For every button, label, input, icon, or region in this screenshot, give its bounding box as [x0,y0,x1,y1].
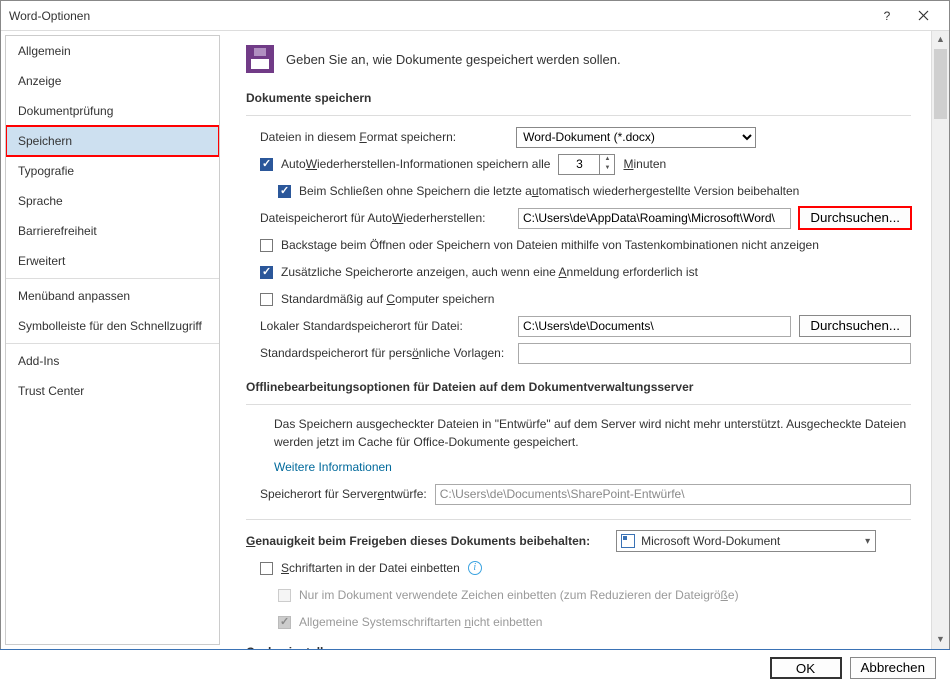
sidebar: Allgemein Anzeige Dokumentprüfung Speich… [5,35,220,645]
section-title-genauigkeit: Genauigkeit beim Freigeben dieses Dokume… [246,534,590,548]
save-icon [246,45,274,73]
info-icon[interactable]: i [468,561,482,575]
section-title-dokumente-speichern: Dokumente speichern [246,91,911,105]
only-used-chars-label: Nur im Dokument verwendete Zeichen einbe… [299,588,739,602]
autorecover-browse-button[interactable]: Durchsuchen... [799,207,911,229]
format-dropdown[interactable]: Word-Dokument (*.docx) [516,127,756,148]
default-computer-checkbox[interactable] [260,293,273,306]
autorecover-checkbox[interactable] [260,158,273,171]
sidebar-item-dokumentpruefung[interactable]: Dokumentprüfung [6,96,219,126]
template-location-label: Standardspeicherort für persönliche Vorl… [260,346,510,360]
scroll-up-button[interactable]: ▲ [932,31,949,49]
extra-locations-checkbox[interactable] [260,266,273,279]
autorecover-minutes-spinner[interactable]: ▲▼ [558,154,615,175]
spinner-down-icon[interactable]: ▼ [600,164,614,174]
sidebar-item-addins[interactable]: Add-Ins [6,346,219,376]
sidebar-item-typografie[interactable]: Typografie [6,156,219,186]
template-location-input[interactable] [518,343,911,364]
close-button[interactable] [905,2,941,30]
vertical-scrollbar[interactable]: ▲ ▼ [931,31,949,649]
server-drafts-input[interactable] [435,484,911,505]
local-location-label: Lokaler Standardspeicherort für Datei: [260,319,510,333]
autorecover-minutes-input[interactable] [559,155,599,174]
sysfonts-label: Allgemeine Systemschriftarten nicht einb… [299,615,542,629]
sidebar-item-trustcenter[interactable]: Trust Center [6,376,219,406]
format-label: Dateien in diesem Format speichern: [260,130,456,144]
sysfonts-checkbox [278,616,291,629]
more-info-link[interactable]: Weitere Informationen [274,460,392,474]
ok-button[interactable]: OK [770,657,842,679]
sidebar-item-menueband[interactable]: Menüband anpassen [6,281,219,311]
autorecover-location-label: Dateispeicherort für AutoWiederherstelle… [260,211,510,225]
only-used-chars-checkbox [278,589,291,602]
offline-info-text: Das Speichern ausgecheckter Dateien in "… [274,415,911,451]
sidebar-item-speichern[interactable]: Speichern [6,126,219,156]
sidebar-item-sprache[interactable]: Sprache [6,186,219,216]
dialog-footer: OK Abbrechen [0,649,950,685]
sidebar-item-erweitert[interactable]: Erweitert [6,246,219,276]
server-drafts-label: Speicherort für Serverentwürfe: [260,487,427,501]
sidebar-item-barrierefreiheit[interactable]: Barrierefreiheit [6,216,219,246]
help-button[interactable]: ? [869,2,905,30]
section-title-offline: Offlinebearbeitungsoptionen für Dateien … [246,380,911,394]
sidebar-item-schnellzugriff[interactable]: Symbolleiste für den Schnellzugriff [6,311,219,341]
document-selector-label: Microsoft Word-Dokument [641,534,780,548]
backstage-checkbox[interactable] [260,239,273,252]
keeplast-label: Beim Schließen ohne Speichern die letzte… [299,184,799,198]
titlebar: Word-Optionen ? [1,1,949,31]
content-pane: Geben Sie an, wie Dokumente gespeichert … [220,31,931,649]
spinner-up-icon[interactable]: ▲ [600,155,614,165]
local-location-browse-button[interactable]: Durchsuchen... [799,315,911,337]
sidebar-item-allgemein[interactable]: Allgemein [6,36,219,66]
minutes-label: Minuten [623,157,666,171]
document-selector-dropdown[interactable]: Microsoft Word-Dokument [616,530,876,552]
embed-fonts-label: Schriftarten in der Datei einbetten [281,561,460,575]
document-icon [621,534,635,548]
window-title: Word-Optionen [9,9,869,23]
scroll-thumb[interactable] [934,49,947,119]
cancel-button[interactable]: Abbrechen [850,657,936,679]
local-location-input[interactable] [518,316,791,337]
sidebar-item-anzeige[interactable]: Anzeige [6,66,219,96]
autorecover-label: AutoWiederherstellen-Informationen speic… [281,157,550,171]
keeplast-checkbox[interactable] [278,185,291,198]
autorecover-location-input[interactable] [518,208,791,229]
backstage-label: Backstage beim Öffnen oder Speichern von… [281,238,819,252]
page-description: Geben Sie an, wie Dokumente gespeichert … [286,52,621,67]
default-computer-label: Standardmäßig auf Computer speichern [281,292,494,306]
embed-fonts-checkbox[interactable] [260,562,273,575]
scroll-down-button[interactable]: ▼ [932,631,949,649]
extra-locations-label: Zusätzliche Speicherorte anzeigen, auch … [281,265,698,279]
